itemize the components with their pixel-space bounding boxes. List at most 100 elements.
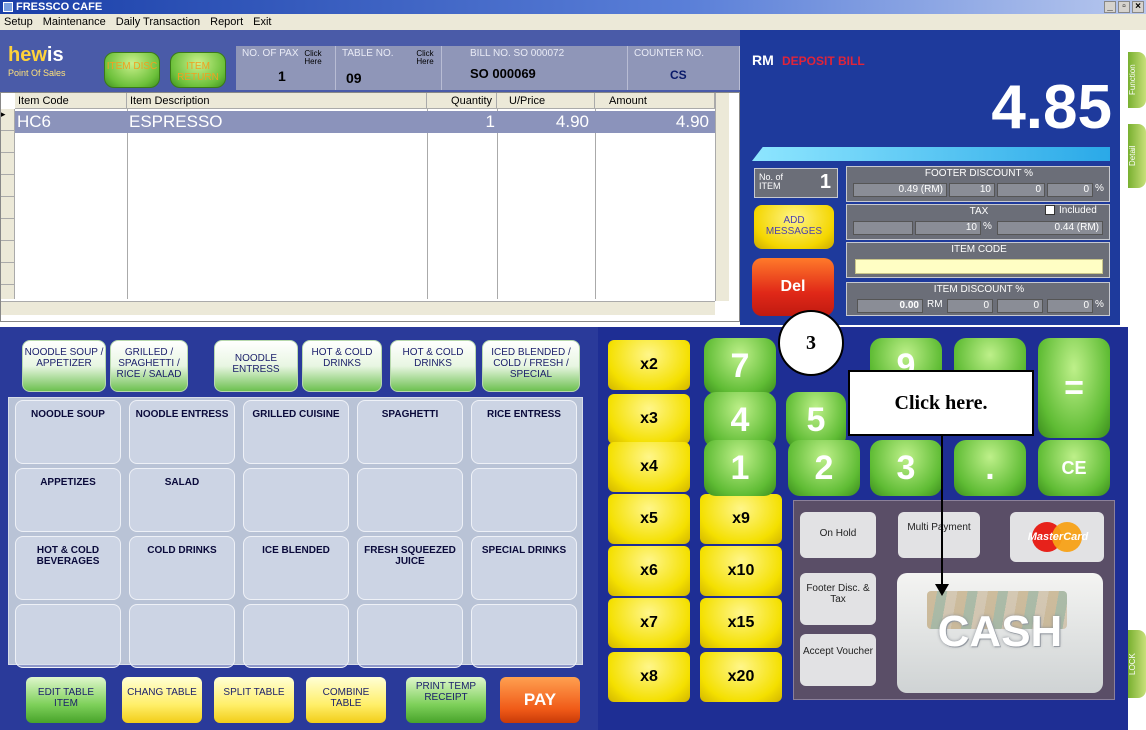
pay-button[interactable]: PAY (500, 677, 580, 723)
detail-tab[interactable]: Detail (1128, 124, 1146, 188)
multiplier-x8-button[interactable]: x8 (608, 652, 690, 702)
item-fresh-squeezed-juice[interactable]: FRESH SQUEEZED JUICE (357, 536, 463, 600)
item-empty[interactable] (357, 468, 463, 532)
item-grilled-cuisine[interactable]: GRILLED CUISINE (243, 400, 349, 464)
multiplier-x2-button[interactable]: x2 (608, 340, 690, 390)
col-item-description[interactable]: Item Description (127, 93, 427, 109)
close-button[interactable]: × (1132, 1, 1144, 13)
item-return-button[interactable]: ITEM RETURN (170, 52, 226, 88)
item-rice-entress[interactable]: RICE ENTRESS (471, 400, 577, 464)
footer-disc-tax-button[interactable]: Footer Disc. & Tax (800, 573, 876, 625)
item-empty[interactable] (471, 604, 577, 668)
accept-voucher-button[interactable]: Accept Voucher (800, 634, 876, 686)
table-row[interactable]: HC6 ESPRESSO 1 4.90 4.90 (15, 111, 715, 133)
item-discount-rm-field[interactable]: 0.00 (857, 299, 923, 313)
tax-pct-field[interactable]: 10 (915, 221, 981, 235)
split-table-button[interactable]: SPLIT TABLE (214, 677, 294, 723)
col-unit-price[interactable]: U/Price (497, 93, 595, 109)
print-temp-receipt-button[interactable]: PRINT TEMP RECEIPT (406, 677, 486, 723)
minimize-button[interactable]: _ (1104, 1, 1116, 13)
horizontal-scrollbar[interactable] (1, 301, 715, 315)
tax-rm-field[interactable]: 0.44 (RM) (997, 221, 1103, 235)
row-pointer-icon: ▸ (1, 109, 14, 131)
item-empty[interactable] (243, 604, 349, 668)
pax-box[interactable]: NO. OF PAX Click Here 1 (236, 46, 336, 90)
item-salad[interactable]: SALAD (129, 468, 235, 532)
function-tab[interactable]: Function (1128, 52, 1146, 108)
key-2-button[interactable]: 2 (788, 440, 860, 496)
item-disc-button[interactable]: ITEM DISC (104, 52, 160, 88)
item-ice-blended[interactable]: ICE BLENDED (243, 536, 349, 600)
tax-field-1[interactable] (853, 221, 913, 235)
key-equals-button[interactable]: = (1038, 338, 1110, 438)
key-1-button[interactable]: 1 (704, 440, 776, 496)
item-discount-percent-sign: % (1095, 299, 1104, 310)
item-empty[interactable] (471, 468, 577, 532)
footer-discount-field-3[interactable]: 0 (997, 183, 1045, 197)
edit-table-item-button[interactable]: EDIT TABLE ITEM (26, 677, 106, 723)
item-empty[interactable] (243, 468, 349, 532)
key-clear-entry-button[interactable]: CE (1038, 440, 1110, 496)
multiplier-x6-button[interactable]: x6 (608, 546, 690, 596)
key-7-button[interactable]: 7 (704, 338, 776, 394)
multiplier-x15-button[interactable]: x15 (700, 598, 782, 648)
col-item-code[interactable]: Item Code (15, 93, 127, 109)
multiplier-x3-button[interactable]: x3 (608, 394, 690, 444)
combine-table-button[interactable]: COMBINE TABLE (306, 677, 386, 723)
item-hot-cold-beverages[interactable]: HOT & COLD BEVERAGES (15, 536, 121, 600)
item-spaghetti[interactable]: SPAGHETTI (357, 400, 463, 464)
menu-exit[interactable]: Exit (253, 14, 271, 30)
tax-included-checkbox[interactable] (1045, 205, 1055, 215)
vertical-scrollbar[interactable] (715, 93, 729, 301)
item-special-drinks[interactable]: SPECIAL DRINKS (471, 536, 577, 600)
lock-tab[interactable]: LOCK (1128, 630, 1146, 698)
menu-daily-transaction[interactable]: Daily Transaction (116, 14, 200, 30)
menu-report[interactable]: Report (210, 14, 243, 30)
col-amount[interactable]: Amount (595, 93, 715, 109)
item-discount-field-3[interactable]: 0 (997, 299, 1043, 313)
item-noodle-soup[interactable]: NOODLE SOUP (15, 400, 121, 464)
menu-maintenance[interactable]: Maintenance (43, 14, 106, 30)
title-bar: FRESSCO CAFE _ ▫ × (0, 0, 1146, 14)
cash-button[interactable]: CASH (897, 573, 1103, 693)
item-noodle-entress[interactable]: NOODLE ENTRESS (129, 400, 235, 464)
category-hot-cold-drinks-1[interactable]: HOT & COLD DRINKS (302, 340, 382, 392)
category-grilled-spaghetti-rice-salad[interactable]: GRILLED / SPAGHETTI / RICE / SALAD (110, 340, 188, 392)
item-cold-drinks[interactable]: COLD DRINKS (129, 536, 235, 600)
pax-click-here[interactable]: Click Here (298, 50, 328, 66)
category-noodle-soup-appetizer[interactable]: NOODLE SOUP / APPETIZER (22, 340, 106, 392)
multiplier-x4-button[interactable]: x4 (608, 442, 690, 492)
mastercard-button[interactable]: MasterCard (1010, 512, 1104, 562)
item-appetizes[interactable]: APPETIZES (15, 468, 121, 532)
table-no-box[interactable]: TABLE NO. Click Here 09 (336, 46, 442, 90)
delete-button[interactable]: Del (752, 258, 834, 316)
table-click-here[interactable]: Click Here (412, 50, 438, 66)
item-discount-field-4[interactable]: 0 (1047, 299, 1093, 313)
add-messages-button[interactable]: ADD MESSAGES (754, 205, 834, 249)
item-empty[interactable] (129, 604, 235, 668)
item-code-input[interactable] (855, 259, 1103, 274)
item-empty[interactable] (357, 604, 463, 668)
footer-discount-rm-field[interactable]: 0.49 (RM) (853, 183, 947, 197)
key-decimal-button[interactable]: . (954, 440, 1026, 496)
change-table-button[interactable]: CHANG TABLE (122, 677, 202, 723)
multiplier-x5-button[interactable]: x5 (608, 494, 690, 544)
multiplier-x20-button[interactable]: x20 (700, 652, 782, 702)
multiplier-x9-button[interactable]: x9 (700, 494, 782, 544)
category-hot-cold-drinks-2[interactable]: HOT & COLD DRINKS (390, 340, 476, 392)
footer-discount-pct-field[interactable]: 10 (949, 183, 995, 197)
instruction-callout: Click here. (848, 370, 1034, 436)
footer-discount-field-4[interactable]: 0 (1047, 183, 1093, 197)
maximize-button[interactable]: ▫ (1118, 1, 1130, 13)
item-discount-field-2[interactable]: 0 (947, 299, 993, 313)
multiplier-x10-button[interactable]: x10 (700, 546, 782, 596)
multi-payment-button[interactable]: Multi Payment (898, 512, 980, 558)
item-empty[interactable] (15, 604, 121, 668)
key-3-button[interactable]: 3 (870, 440, 942, 496)
menu-setup[interactable]: Setup (4, 14, 33, 30)
on-hold-button[interactable]: On Hold (800, 512, 876, 558)
category-noodle-entress[interactable]: NOODLE ENTRESS (214, 340, 298, 392)
multiplier-x7-button[interactable]: x7 (608, 598, 690, 648)
col-quantity[interactable]: Quantity (427, 93, 497, 109)
category-iced-blended-special[interactable]: ICED BLENDED / COLD / FRESH / SPECIAL (482, 340, 580, 392)
